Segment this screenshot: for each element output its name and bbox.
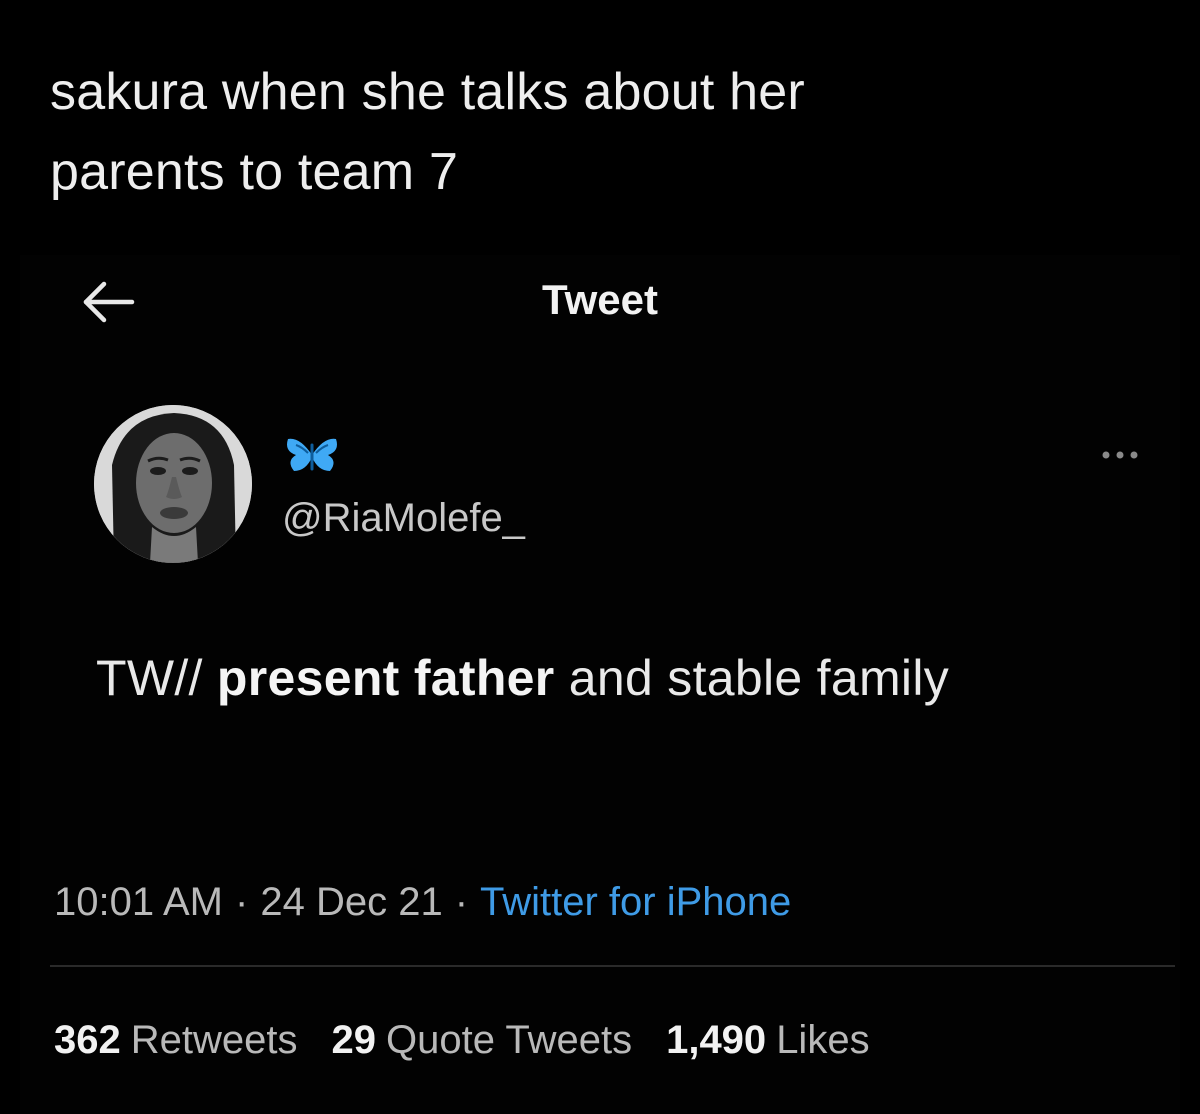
tweet-prefix: TW// [96, 650, 203, 706]
tweet-screenshot: Tweet @RiaMolefe_ TW// present father an… [20, 255, 1180, 1114]
quote-tweets-count: 29 [331, 1018, 377, 1062]
butterfly-icon [282, 435, 342, 477]
tweet-time[interactable]: 10:01 AM [54, 880, 223, 924]
divider [50, 965, 1175, 967]
likes-count: 1,490 [666, 1018, 767, 1062]
tweet-bold-text: present father [216, 650, 555, 706]
likes-stat[interactable]: 1,490 Likes [666, 1015, 870, 1065]
author-handle[interactable]: @RiaMolefe_ [282, 493, 525, 543]
separator-dot: · [454, 880, 469, 924]
tweet-metadata: 10:01 AM · 24 Dec 21 · Twitter for iPhone [54, 877, 791, 927]
likes-label: Likes [776, 1018, 870, 1062]
retweets-stat[interactable]: 362 Retweets [54, 1015, 298, 1065]
tweet-date[interactable]: 24 Dec 21 [260, 880, 442, 924]
meme-caption: sakura when she talks about her parents … [50, 52, 1130, 212]
tweet-header-bar: Tweet [20, 255, 1180, 345]
separator-dot: · [235, 880, 249, 924]
retweets-count: 362 [54, 1018, 121, 1062]
tweet-body: TW// present father and stable family [96, 635, 1126, 721]
caption-line-1: sakura when she talks about her [50, 63, 805, 121]
tweet-source-link[interactable]: Twitter for iPhone [480, 880, 791, 924]
quote-tweets-stat[interactable]: 29 Quote Tweets [332, 1015, 633, 1065]
tweet-stats: 362 Retweets 29 Quote Tweets 1,490 Likes [54, 1015, 904, 1065]
retweets-label: Retweets [130, 1018, 298, 1062]
page-title: Tweet [542, 276, 658, 323]
quote-tweets-label: Quote Tweets [386, 1018, 633, 1062]
caption-line-2: parents to team 7 [50, 143, 459, 201]
tweet-rest-text: and stable family [568, 650, 950, 706]
more-horizontal-icon[interactable] [1098, 445, 1142, 465]
avatar[interactable] [94, 405, 252, 563]
